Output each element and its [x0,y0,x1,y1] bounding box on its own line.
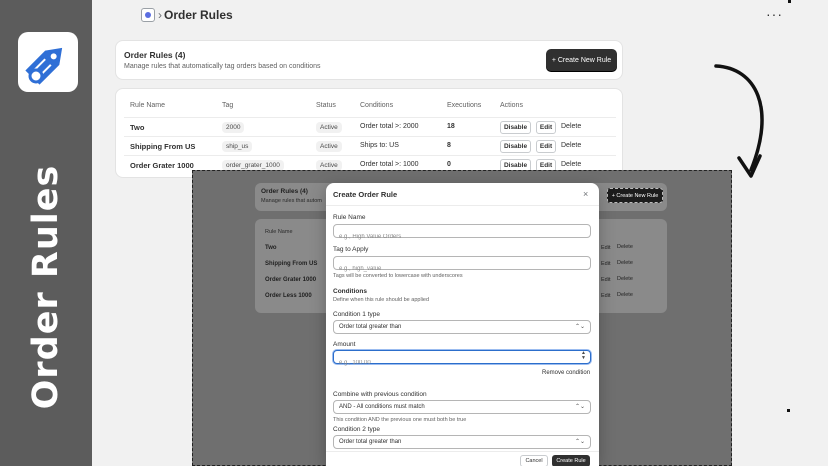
rule-executions: 18 [447,123,455,130]
remove-condition-button[interactable]: Remove condition [542,370,590,376]
condition-1-select[interactable]: Order total greater than ⌃⌄ [333,320,591,334]
background-delete: Delete [617,276,633,282]
column-header: Tag [222,102,234,109]
background-edit: Edit [601,293,611,299]
background-delete: Delete [617,292,633,298]
app-icon[interactable] [141,8,155,22]
app-header: › Order Rules ··· [92,0,828,28]
background-row-name: Order Grater 1000 [265,277,317,283]
create-rule-button[interactable]: Create Rule [552,455,590,466]
amount-input[interactable] [334,357,590,369]
condition-1-label: Condition 1 type [333,311,380,318]
rule-executions: 8 [447,142,451,149]
tag-pill: ship_us [222,141,253,152]
chevron-updown-icon: ⌃⌄ [574,404,585,410]
background-edit: Edit [601,261,611,267]
disable-button[interactable]: Disable [500,140,531,153]
background-column-header: Rule Name [265,229,293,235]
background-edit: Edit [601,245,611,251]
rule-conditions: Ships to: US [360,142,399,149]
rules-table: Rule Name Tag Status Conditions Executio… [115,88,623,178]
cancel-button[interactable]: Cancel [520,455,548,466]
column-header: Status [316,102,336,109]
delete-button[interactable]: Delete [561,142,581,149]
tag-label: Tag to Apply [333,246,369,253]
combine-hint: This condition AND the previous one must… [333,417,467,423]
page-title: Order Rules [164,8,233,22]
edit-button[interactable]: Edit [536,140,556,153]
background-row-name: Two [265,245,277,251]
rule-name-input[interactable] [334,231,590,243]
condition-2-select[interactable]: Order total greater than ⌃⌄ [333,435,591,449]
table-row: Shipping From US ship_us Active Ships to… [124,136,616,156]
rule-name: Two [130,123,145,132]
status-badge: Active [316,122,342,133]
condition-1-value: Order total greater than [339,324,402,330]
delete-button[interactable]: Delete [561,123,581,130]
create-new-rule-button[interactable]: + Create New Rule [546,49,617,71]
tag-icon [18,32,78,92]
background-row-name: Shipping From US [265,261,318,267]
background-row-name: Order Less 1000 [265,293,312,299]
conditions-heading: Conditions [333,288,367,295]
corner-mark [788,0,791,3]
background-delete: Delete [617,260,633,266]
column-header: Executions [447,102,482,109]
rule-name-field[interactable] [333,224,591,243]
background-delete: Delete [617,244,633,250]
corner-mark [787,409,790,412]
disable-button[interactable]: Disable [500,121,531,134]
column-header: Conditions [360,102,394,109]
rule-name-label: Rule Name [333,214,366,221]
more-actions-icon[interactable]: ··· [766,6,783,22]
column-header: Actions [500,102,523,109]
condition-2-label: Condition 2 type [333,426,380,433]
table-row: Two 2000 Active Order total >: 2000 18 D… [124,117,616,137]
background-create-button: + Create New Rule [607,188,663,203]
background-title: Order Rules (4) [261,188,308,195]
status-badge: Active [316,141,342,152]
summary-title: Order Rules (4) [124,50,186,60]
delete-button[interactable]: Delete [561,161,581,168]
background-edit: Edit [601,277,611,283]
create-rule-modal: Create Order Rule × Rule Name Tag to App… [326,183,599,466]
tag-pill: 2000 [222,122,245,133]
chevron-updown-icon: ⌃⌄ [574,439,585,445]
rule-executions: 0 [447,161,451,168]
summary-card: Order Rules (4) Manage rules that automa… [115,40,623,80]
summary-subtitle: Manage rules that automatically tag orde… [124,63,321,70]
edit-button[interactable]: Edit [536,121,556,134]
close-icon[interactable]: × [583,189,588,199]
background-subtitle: Manage rules that autom [261,198,322,204]
combine-label: Combine with previous condition [333,391,427,398]
rule-conditions: Order total >: 1000 [360,161,419,168]
combine-select[interactable]: AND - All conditions must match ⌃⌄ [333,400,591,414]
combine-value: AND - All conditions must match [339,404,425,410]
curved-arrow-icon [714,64,764,178]
tag-field[interactable] [333,256,591,275]
modal-footer: Cancel Create Rule [326,451,599,466]
amount-label: Amount [333,341,356,348]
promo-title: Order Rules [26,164,66,410]
promo-band: Order Rules [0,0,92,466]
rule-name: Order Grater 1000 [130,161,194,170]
modal-title: Create Order Rule [333,190,398,199]
conditions-hint: Define when this rule should be applied [333,297,430,303]
amount-field[interactable]: ▲▼ [333,350,591,369]
modal-header: Create Order Rule × [326,183,599,206]
rule-conditions: Order total >: 2000 [360,123,419,130]
stepper-icon[interactable]: ▲ ▼ [581,351,586,361]
breadcrumb-chevron-icon: › [158,8,162,22]
column-header: Rule Name [130,102,166,109]
condition-2-value: Order total greater than [339,439,402,445]
chevron-updown-icon: ⌃⌄ [574,324,585,330]
tag-hint: Tags will be converted to lowercase with… [333,273,463,279]
rule-name: Shipping From US [130,142,196,151]
